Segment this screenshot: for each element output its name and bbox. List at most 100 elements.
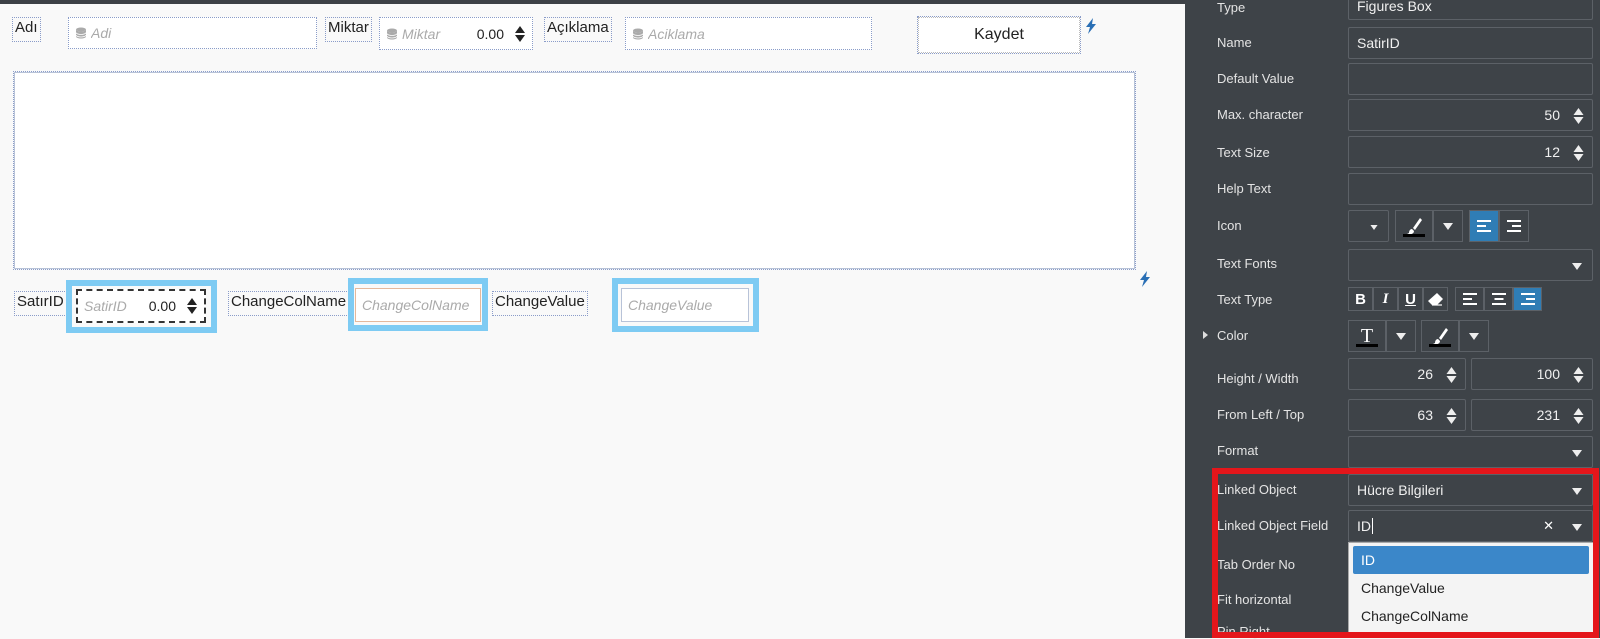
changecolname-placeholder: ChangeColName bbox=[362, 297, 470, 313]
text-fonts-select[interactable] bbox=[1348, 249, 1593, 281]
adi-field[interactable]: Adi bbox=[68, 17, 317, 49]
italic-glyph: I bbox=[1382, 290, 1389, 307]
text-align-center-button[interactable] bbox=[1484, 287, 1513, 311]
background-color-swatch bbox=[1429, 344, 1451, 347]
prop-label-icon: Icon bbox=[1217, 218, 1242, 233]
bold-glyph: B bbox=[1355, 290, 1366, 308]
top-value: 231 bbox=[1536, 407, 1560, 423]
clear-format-button[interactable] bbox=[1423, 287, 1448, 311]
height-field[interactable]: 26 bbox=[1348, 358, 1466, 390]
aciklama-label[interactable]: Açıklama bbox=[544, 17, 612, 42]
stepper-arrows-icon[interactable] bbox=[514, 24, 526, 44]
kaydet-button[interactable]: Kaydet bbox=[917, 16, 1081, 54]
prop-label-text-size: Text Size bbox=[1217, 145, 1270, 160]
database-icon bbox=[386, 28, 398, 39]
default-value-field[interactable] bbox=[1348, 63, 1593, 95]
align-right-icon bbox=[1520, 293, 1535, 305]
database-icon bbox=[75, 27, 87, 39]
panel-gutter bbox=[1185, 0, 1200, 638]
left-field[interactable]: 63 bbox=[1348, 399, 1466, 431]
max-character-field[interactable]: 50 bbox=[1348, 99, 1593, 131]
align-left-icon bbox=[1477, 220, 1491, 232]
text-align-right-button[interactable] bbox=[1513, 287, 1542, 311]
caret-down-icon bbox=[1370, 225, 1378, 230]
satirid-field[interactable]: SatirID 0.00 bbox=[76, 289, 206, 323]
prop-label-name: Name bbox=[1217, 35, 1252, 50]
stepper-arrows-icon[interactable] bbox=[186, 296, 198, 316]
stepper-arrows-icon[interactable] bbox=[1573, 366, 1584, 384]
max-character-value: 50 bbox=[1544, 107, 1560, 123]
canvas-top-bar bbox=[0, 0, 1185, 4]
background-color-button[interactable] bbox=[1421, 320, 1459, 352]
prop-label-format: Format bbox=[1217, 443, 1259, 458]
stepper-arrows-icon[interactable] bbox=[1446, 366, 1457, 384]
changevalue-placeholder: ChangeValue bbox=[628, 297, 713, 313]
paint-brush-icon bbox=[1407, 218, 1422, 235]
prop-label-text-fonts: Text Fonts bbox=[1217, 256, 1277, 271]
aciklama-field[interactable]: Aciklama bbox=[625, 17, 872, 50]
name-field[interactable]: SatirID bbox=[1348, 27, 1593, 59]
caret-down-icon bbox=[1572, 263, 1582, 270]
collapse-arrow-icon[interactable] bbox=[1203, 331, 1208, 339]
text-color-swatch bbox=[1356, 344, 1378, 347]
stepper-arrows-icon[interactable] bbox=[1573, 107, 1584, 125]
width-field[interactable]: 100 bbox=[1471, 358, 1593, 390]
prop-label-default-value: Default Value bbox=[1217, 71, 1295, 86]
database-icon bbox=[632, 28, 644, 39]
caret-down-icon bbox=[1396, 332, 1406, 340]
caret-down-icon bbox=[1443, 222, 1453, 230]
prop-label-type: Type bbox=[1217, 0, 1246, 15]
changecolname-label[interactable]: ChangeColName bbox=[228, 291, 350, 316]
icon-color-dropdown[interactable] bbox=[1433, 210, 1463, 242]
left-value: 63 bbox=[1417, 407, 1433, 423]
memo-area[interactable] bbox=[13, 71, 1136, 270]
stepper-arrows-icon[interactable] bbox=[1573, 144, 1584, 162]
type-field[interactable]: Figures Box bbox=[1348, 0, 1593, 20]
miktar-label[interactable]: Miktar bbox=[325, 17, 372, 42]
italic-button[interactable]: I bbox=[1373, 287, 1398, 311]
align-center-icon bbox=[1491, 293, 1506, 305]
changevalue-field[interactable]: ChangeValue bbox=[621, 288, 749, 322]
align-right-icon bbox=[1507, 220, 1521, 232]
prop-label-max-character: Max. character bbox=[1217, 107, 1303, 122]
miktar-placeholder: Miktar bbox=[402, 25, 441, 42]
adi-label[interactable]: Adı bbox=[12, 17, 41, 42]
help-text-field[interactable] bbox=[1348, 173, 1593, 205]
align-left-icon bbox=[1462, 293, 1477, 305]
stepper-arrows-icon[interactable] bbox=[1446, 407, 1457, 425]
text-color-dropdown[interactable] bbox=[1386, 320, 1416, 352]
prop-label-text-type: Text Type bbox=[1217, 292, 1273, 307]
changecolname-field[interactable]: ChangeColName bbox=[355, 288, 481, 322]
text-align-left-button[interactable] bbox=[1455, 287, 1484, 311]
icon-align-right-button[interactable] bbox=[1499, 210, 1529, 242]
format-select[interactable] bbox=[1348, 436, 1593, 468]
text-color-button[interactable]: T bbox=[1348, 320, 1386, 352]
underline-glyph: U bbox=[1405, 290, 1416, 308]
red-highlight-frame bbox=[1212, 468, 1599, 638]
lightning-icon[interactable] bbox=[1138, 271, 1152, 287]
satirid-label[interactable]: SatırID bbox=[14, 291, 67, 316]
paint-brush-icon bbox=[1433, 328, 1448, 345]
stepper-arrows-icon[interactable] bbox=[1573, 407, 1584, 425]
text-size-field[interactable]: 12 bbox=[1348, 136, 1593, 168]
satirid-placeholder: SatirID bbox=[84, 298, 127, 314]
prop-label-color: Color bbox=[1217, 328, 1249, 343]
bold-button[interactable]: B bbox=[1348, 287, 1373, 311]
caret-down-icon bbox=[1469, 332, 1479, 340]
adi-placeholder: Adi bbox=[91, 25, 112, 41]
changevalue-label[interactable]: ChangeValue bbox=[492, 291, 588, 316]
top-field[interactable]: 231 bbox=[1471, 399, 1593, 431]
lightning-icon[interactable] bbox=[1084, 18, 1098, 34]
background-color-dropdown[interactable] bbox=[1459, 320, 1489, 352]
icon-color-swatch bbox=[1403, 234, 1425, 237]
aciklama-placeholder: Aciklama bbox=[648, 25, 705, 42]
icon-align-left-button[interactable] bbox=[1469, 210, 1499, 242]
underline-button[interactable]: U bbox=[1398, 287, 1423, 311]
height-value: 26 bbox=[1417, 366, 1433, 382]
satirid-value: 0.00 bbox=[148, 298, 176, 314]
caret-down-icon bbox=[1572, 450, 1582, 457]
miktar-field[interactable]: Miktar 0.00 bbox=[379, 17, 533, 50]
icon-select[interactable] bbox=[1348, 210, 1389, 242]
icon-color-button[interactable] bbox=[1395, 210, 1433, 242]
prop-label-height-width: Height / Width bbox=[1217, 371, 1299, 386]
